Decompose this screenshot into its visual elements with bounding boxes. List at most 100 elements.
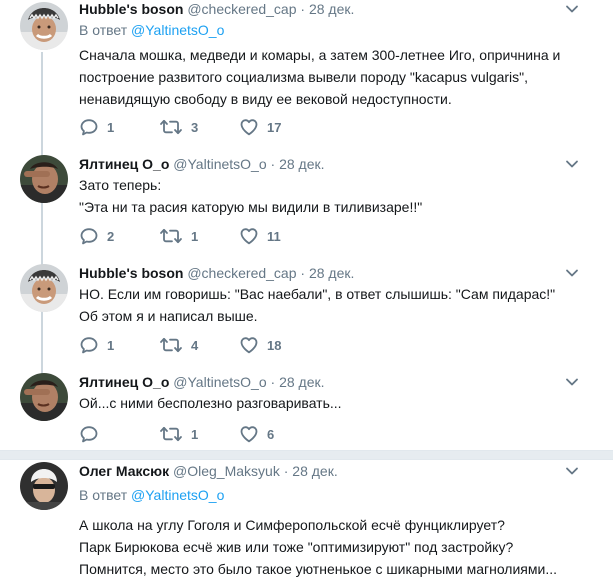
tweet-date[interactable]: 28 дек.	[279, 156, 324, 172]
tweet-header: Олег Максюк @Oleg_Maksyuk · 28 дек.	[79, 462, 338, 480]
reply-button[interactable]: 2	[79, 226, 114, 246]
text-line: Помнится, место это было такое уютненько…	[79, 561, 557, 577]
separator-dot: ·	[270, 374, 276, 390]
like-button[interactable]: 11	[239, 226, 281, 246]
like-count: 18	[267, 337, 282, 353]
tweet-text: НО. Если им говоришь: "Вас наебали", в о…	[79, 283, 579, 327]
tweet-header: Hubble's boson @checkered_cap · 28 дек.	[79, 264, 354, 282]
author-handle[interactable]: @Oleg_Maksyuk	[173, 463, 280, 479]
retweet-icon	[159, 226, 183, 246]
author-name[interactable]: Ялтинец О_о	[79, 374, 169, 390]
reply-button[interactable]	[79, 424, 107, 444]
avatar[interactable]	[20, 2, 68, 50]
author-handle[interactable]: @checkered_cap	[187, 265, 296, 281]
like-button[interactable]: 18	[239, 335, 281, 355]
text-line: НО. Если им говоришь: "Вас наебали", в о…	[79, 286, 556, 302]
retweet-count: 1	[191, 228, 199, 244]
text-line: Ой...с ними бесполезно разговаривать...	[79, 395, 342, 411]
text-line: Сначала мошка, медведи и комары, а затем…	[79, 47, 561, 63]
tweet-text: Ой...с ними бесполезно разговаривать...	[79, 392, 579, 414]
tweet-text: А школа на углу Гоголя и Симферопольской…	[79, 514, 579, 580]
like-button[interactable]: 6	[239, 424, 274, 444]
avatar-image	[20, 264, 68, 312]
tweet[interactable]: Олег Максюк @Oleg_Maksyuk · 28 дек. В от…	[0, 462, 613, 577]
reply-handle-link[interactable]: @YaltinetsO_o	[131, 487, 224, 503]
retweet-count: 3	[191, 119, 199, 135]
author-handle[interactable]: @YaltinetsO_o	[173, 156, 266, 172]
separator-dot: ·	[300, 265, 306, 281]
heart-icon	[239, 226, 259, 246]
tweet-date[interactable]: 28 дек.	[309, 265, 354, 281]
retweet-count: 4	[191, 337, 199, 353]
retweet-button[interactable]: 4	[159, 335, 198, 355]
author-name[interactable]: Hubble's boson	[79, 1, 183, 17]
chevron-down-icon[interactable]	[565, 2, 579, 16]
tweet[interactable]: Ялтинец О_о @YaltinetsO_o · 28 дек. Ой..…	[0, 373, 613, 448]
separator-dot: ·	[270, 156, 276, 172]
tweet-date[interactable]: 28 дек.	[309, 1, 354, 17]
text-line: ненавидящую свободу в виду ее вековой не…	[79, 91, 452, 107]
author-name[interactable]: Ялтинец О_о	[79, 156, 169, 172]
retweet-button[interactable]: 1	[159, 226, 198, 246]
thread-separator	[0, 450, 613, 460]
avatar[interactable]	[20, 462, 68, 510]
reply-context: В ответ @YaltinetsO_o	[79, 487, 224, 503]
retweet-icon	[159, 424, 183, 444]
text-line: Парк Бирюкова есчё жив или тоже "оптимиз…	[79, 539, 514, 555]
author-name[interactable]: Hubble's boson	[79, 265, 183, 281]
avatar-image	[20, 462, 68, 510]
chevron-down-icon[interactable]	[565, 375, 579, 389]
tweet-header: Hubble's boson @checkered_cap · 28 дек.	[79, 0, 354, 18]
like-count: 11	[267, 228, 281, 244]
chevron-down-icon[interactable]	[565, 157, 579, 171]
like-button[interactable]: 17	[239, 117, 281, 137]
reply-button[interactable]: 1	[79, 117, 114, 137]
retweet-icon	[159, 117, 183, 137]
like-count: 17	[267, 119, 282, 135]
retweet-button[interactable]: 3	[159, 117, 198, 137]
reply-icon	[79, 424, 99, 444]
reply-handle-link[interactable]: @YaltinetsO_o	[131, 22, 224, 38]
tweet-text: Сначала мошка, медведи и комары, а затем…	[79, 44, 579, 110]
tweet-header: Ялтинец О_о @YaltinetsO_o · 28 дек.	[79, 373, 325, 391]
avatar[interactable]	[20, 155, 68, 203]
author-handle[interactable]: @checkered_cap	[187, 1, 296, 17]
reply-prefix: В ответ	[79, 22, 128, 38]
reply-count: 1	[107, 119, 115, 135]
reply-button[interactable]: 1	[79, 335, 114, 355]
tweet-date[interactable]: 28 дек.	[292, 463, 337, 479]
separator-dot: ·	[300, 1, 306, 17]
heart-icon	[239, 424, 259, 444]
like-count: 6	[267, 426, 275, 442]
tweet[interactable]: Ялтинец О_о @YaltinetsO_o · 28 дек. Зато…	[0, 155, 613, 255]
author-handle[interactable]: @YaltinetsO_o	[173, 374, 266, 390]
retweet-icon	[159, 335, 183, 355]
heart-icon	[239, 335, 259, 355]
reply-icon	[79, 335, 99, 355]
reply-prefix: В ответ	[79, 487, 128, 503]
retweet-button[interactable]: 1	[159, 424, 198, 444]
text-line: Зато теперь:	[79, 177, 162, 193]
chevron-down-icon[interactable]	[565, 464, 579, 478]
avatar[interactable]	[20, 373, 68, 421]
retweet-count: 1	[191, 426, 199, 442]
avatar-image	[20, 155, 68, 203]
tweet-header: Ялтинец О_о @YaltinetsO_o · 28 дек.	[79, 155, 325, 173]
text-line: А школа на углу Гоголя и Симферопольской…	[79, 517, 505, 533]
reply-icon	[79, 226, 99, 246]
text-line: "Эта ни та расия каторую мы видили в тил…	[79, 199, 423, 215]
avatar[interactable]	[20, 264, 68, 312]
text-line: построение развитого социализма вывели п…	[79, 69, 529, 85]
tweet-date[interactable]: 28 дек.	[279, 374, 324, 390]
separator-dot: ·	[283, 463, 289, 479]
heart-icon	[239, 117, 259, 137]
reply-count: 2	[107, 228, 115, 244]
reply-icon	[79, 117, 99, 137]
tweet[interactable]: Hubble's boson @checkered_cap · 28 дек. …	[0, 264, 613, 364]
text-line: Об этом я и написал выше.	[79, 308, 258, 324]
author-name[interactable]: Олег Максюк	[79, 463, 169, 479]
avatar-image	[20, 373, 68, 421]
tweet-text: Зато теперь: "Эта ни та расия каторую мы…	[79, 174, 579, 218]
chevron-down-icon[interactable]	[565, 266, 579, 280]
tweet[interactable]: Hubble's boson @checkered_cap · 28 дек. …	[0, 0, 613, 148]
